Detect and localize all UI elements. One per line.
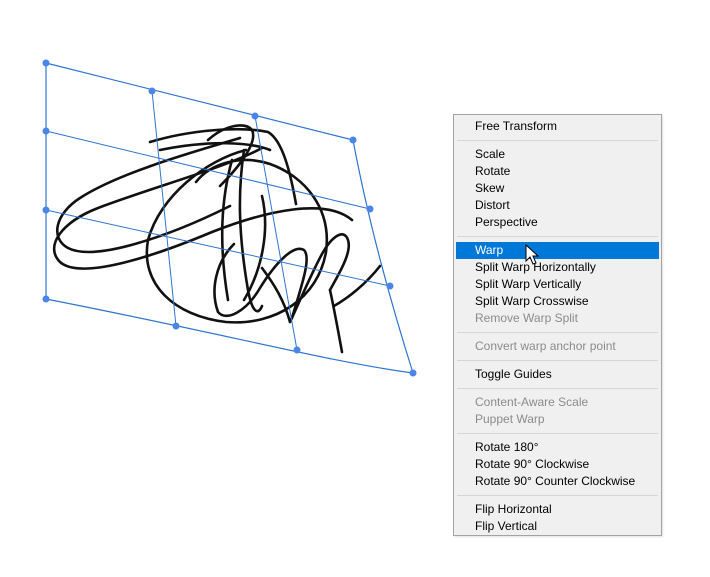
signature-artwork — [53, 124, 382, 354]
menu-separator — [457, 140, 658, 141]
menu-separator — [457, 433, 658, 434]
menu-item-convert-warp-anchor-point: Convert warp anchor point — [475, 339, 616, 353]
warp-handle[interactable] — [251, 112, 259, 120]
menu-separator — [457, 332, 658, 333]
menu-item-rotate-90-counter-clockwise[interactable]: Rotate 90° Counter Clockwise — [456, 473, 659, 490]
warp-handles[interactable] — [42, 59, 417, 377]
menu-item-remove-warp-split: Remove Warp Split — [475, 311, 578, 325]
warp-handle[interactable] — [148, 87, 156, 95]
menu-item-rotate[interactable]: Rotate — [456, 163, 659, 180]
warp-handle[interactable] — [42, 59, 50, 67]
warp-handle[interactable] — [172, 322, 180, 330]
menu-item-perspective[interactable]: Perspective — [456, 214, 659, 231]
menu-item-toggle-guides[interactable]: Toggle Guides — [456, 366, 659, 383]
warp-grid — [45, 62, 414, 374]
menu-separator — [457, 360, 658, 361]
menu-separator — [457, 236, 658, 237]
warp-handle[interactable] — [349, 136, 357, 144]
menu-item-skew[interactable]: Skew — [456, 180, 659, 197]
warp-handle[interactable] — [42, 206, 50, 214]
menu-separator — [457, 388, 658, 389]
menu-item-split-warp-horizontally[interactable]: Split Warp Horizontally — [456, 259, 659, 276]
menu-item-free-transform[interactable]: Free Transform — [456, 118, 659, 135]
warp-handle[interactable] — [42, 127, 50, 135]
warp-handle[interactable] — [366, 205, 374, 213]
warp-handle[interactable] — [293, 346, 301, 354]
menu-item-scale[interactable]: Scale — [456, 146, 659, 163]
menu-item-split-warp-vertically[interactable]: Split Warp Vertically — [456, 276, 659, 293]
warp-handle[interactable] — [42, 295, 50, 303]
menu-item-puppet-warp: Puppet Warp — [475, 412, 545, 426]
menu-item-distort[interactable]: Distort — [456, 197, 659, 214]
menu-item-flip-horizontal[interactable]: Flip Horizontal — [456, 501, 659, 518]
menu-item-rotate-90-clockwise[interactable]: Rotate 90° Clockwise — [456, 456, 659, 473]
menu-item-rotate-180[interactable]: Rotate 180° — [456, 439, 659, 456]
menu-item-content-aware-scale: Content-Aware Scale — [475, 395, 589, 409]
menu-separator — [457, 495, 658, 496]
menu-item-split-warp-crosswise[interactable]: Split Warp Crosswise — [456, 293, 659, 310]
mouse-pointer-icon — [525, 244, 540, 265]
warp-handle[interactable] — [386, 282, 394, 290]
menu-item-warp[interactable]: Warp — [456, 242, 659, 259]
transform-context-menu: Free Transform Scale Rotate Skew Distort Pers… — [453, 114, 662, 536]
menu-item-flip-vertical[interactable]: Flip Vertical — [456, 518, 659, 535]
warp-handle[interactable] — [409, 369, 417, 377]
